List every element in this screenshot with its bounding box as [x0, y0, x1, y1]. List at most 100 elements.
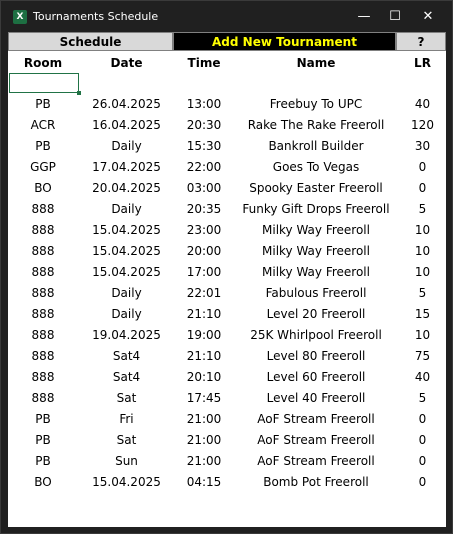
table-row[interactable]: PB 26.04.2025 13:00 Freebuy To UPC 40 [8, 94, 446, 115]
cell-room[interactable]: BO [8, 178, 78, 199]
cell-room[interactable]: 888 [8, 325, 78, 346]
cell-name[interactable]: Level 80 Freeroll [233, 346, 399, 367]
cell-date[interactable]: 17.04.2025 [78, 157, 175, 178]
cell-name[interactable]: AoF Stream Freeroll [233, 430, 399, 451]
minimize-button[interactable]: — [347, 1, 381, 32]
cell-name[interactable]: AoF Stream Freeroll [233, 409, 399, 430]
cell-room[interactable]: GGP [8, 157, 78, 178]
cell-lr[interactable]: 15 [399, 304, 446, 325]
cell-lr[interactable]: 40 [399, 367, 446, 388]
cell-name[interactable]: Goes To Vegas [233, 157, 399, 178]
cell-name[interactable]: Milky Way Freeroll [233, 241, 399, 262]
cell-time[interactable]: 19:00 [175, 325, 233, 346]
cell-name[interactable]: AoF Stream Freeroll [233, 451, 399, 472]
close-button[interactable]: ✕ [411, 1, 445, 32]
cell-time[interactable]: 22:00 [175, 157, 233, 178]
cell-date[interactable]: Fri [78, 409, 175, 430]
table-row[interactable]: PB Sat 21:00 AoF Stream Freeroll 0 [8, 430, 446, 451]
cell-name[interactable]: Rake The Rake Freeroll [233, 115, 399, 136]
selected-cell[interactable] [9, 73, 81, 95]
cell-date[interactable]: Daily [78, 304, 175, 325]
schedule-button[interactable]: Schedule [8, 32, 173, 51]
cell-room[interactable]: PB [8, 136, 78, 157]
cell-lr[interactable]: 0 [399, 157, 446, 178]
cell-room[interactable]: 888 [8, 346, 78, 367]
table-row[interactable]: BO 20.04.2025 03:00 Spooky Easter Freeroll 0 [8, 178, 446, 199]
cell-time[interactable]: 20:30 [175, 115, 233, 136]
cell-date[interactable]: Daily [78, 283, 175, 304]
cell-lr[interactable]: 5 [399, 199, 446, 220]
cell-date[interactable]: Sat4 [78, 367, 175, 388]
cell-date[interactable]: 15.04.2025 [78, 220, 175, 241]
add-new-tournament-button[interactable]: Add New Tournament [173, 32, 396, 51]
cell-date[interactable]: Daily [78, 199, 175, 220]
cell-time[interactable]: 23:00 [175, 220, 233, 241]
cell-time[interactable]: 21:10 [175, 346, 233, 367]
cell-date[interactable]: 19.04.2025 [78, 325, 175, 346]
cell-name[interactable]: Spooky Easter Freeroll [233, 178, 399, 199]
table-row[interactable]: GGP 17.04.2025 22:00 Goes To Vegas 0 [8, 157, 446, 178]
cell-lr[interactable]: 0 [399, 409, 446, 430]
cell-name[interactable]: Bankroll Builder [233, 136, 399, 157]
cell-room[interactable]: 888 [8, 220, 78, 241]
cell-time[interactable]: 22:01 [175, 283, 233, 304]
cell-name[interactable]: Freebuy To UPC [233, 94, 399, 115]
cell-lr[interactable]: 10 [399, 220, 446, 241]
cell-time[interactable]: 21:00 [175, 409, 233, 430]
cell-room[interactable]: 888 [8, 262, 78, 283]
cell-room[interactable]: 888 [8, 304, 78, 325]
cell-time[interactable]: 03:00 [175, 178, 233, 199]
cell-room[interactable]: BO [8, 472, 78, 493]
cell-date[interactable]: Daily [78, 136, 175, 157]
table-row[interactable]: ACR 16.04.2025 20:30 Rake The Rake Freeroll… [8, 115, 446, 136]
cell-lr[interactable]: 10 [399, 241, 446, 262]
cell-name[interactable]: Milky Way Freeroll [233, 220, 399, 241]
cell-name[interactable]: 25K Whirlpool Freeroll [233, 325, 399, 346]
table-row[interactable]: 888 Daily 21:10 Level 20 Freeroll 15 [8, 304, 446, 325]
table-row[interactable]: BO 15.04.2025 04:15 Bomb Pot Freeroll 0 [8, 472, 446, 493]
cell-time[interactable]: 15:30 [175, 136, 233, 157]
cell-lr[interactable]: 0 [399, 178, 446, 199]
table-row[interactable]: 888 Sat 17:45 Level 40 Freeroll 5 [8, 388, 446, 409]
cell-time[interactable]: 04:15 [175, 472, 233, 493]
help-button[interactable]: ? [396, 32, 446, 51]
cell-date[interactable]: Sat [78, 430, 175, 451]
cell-time[interactable]: 17:00 [175, 262, 233, 283]
cell-time[interactable]: 20:10 [175, 367, 233, 388]
cell-lr[interactable]: 10 [399, 262, 446, 283]
cell-time[interactable]: 21:00 [175, 430, 233, 451]
cell-room[interactable]: PB [8, 451, 78, 472]
cell-name[interactable]: Funky Gift Drops Freeroll [233, 199, 399, 220]
cell-name[interactable]: Milky Way Freeroll [233, 262, 399, 283]
table-row[interactable]: 888 Daily 20:35 Funky Gift Drops Freeroll 5 [8, 199, 446, 220]
table-row[interactable]: 888 15.04.2025 23:00 Milky Way Freeroll 10 [8, 220, 446, 241]
table-row[interactable]: 888 Sat4 20:10 Level 60 Freeroll 40 [8, 367, 446, 388]
cell-room[interactable]: PB [8, 409, 78, 430]
cell-lr[interactable]: 10 [399, 325, 446, 346]
cell-room[interactable]: PB [8, 430, 78, 451]
table-row[interactable]: 888 15.04.2025 20:00 Milky Way Freeroll 10 [8, 241, 446, 262]
table-row[interactable]: PB Sun 21:00 AoF Stream Freeroll 0 [8, 451, 446, 472]
cell-lr[interactable]: 0 [399, 430, 446, 451]
cell-room[interactable]: ACR [8, 115, 78, 136]
cell-name[interactable]: Level 40 Freeroll [233, 388, 399, 409]
table-row[interactable]: PB Daily 15:30 Bankroll Builder 30 [8, 136, 446, 157]
title-bar[interactable]: X Tournaments Schedule — ☐ ✕ [1, 1, 452, 32]
cell-time[interactable]: 21:00 [175, 451, 233, 472]
cell-name[interactable]: Fabulous Freeroll [233, 283, 399, 304]
cell-lr[interactable]: 5 [399, 283, 446, 304]
cell-time[interactable]: 17:45 [175, 388, 233, 409]
cell-lr[interactable]: 75 [399, 346, 446, 367]
cell-date[interactable]: 15.04.2025 [78, 262, 175, 283]
cell-date[interactable]: Sun [78, 451, 175, 472]
cell-lr[interactable]: 5 [399, 388, 446, 409]
cell-room[interactable]: 888 [8, 241, 78, 262]
cell-room[interactable]: 888 [8, 199, 78, 220]
cell-name[interactable]: Level 60 Freeroll [233, 367, 399, 388]
cell-date[interactable]: 26.04.2025 [78, 94, 175, 115]
cell-name[interactable]: Level 20 Freeroll [233, 304, 399, 325]
cell-lr[interactable]: 0 [399, 472, 446, 493]
cell-lr[interactable]: 30 [399, 136, 446, 157]
cell-time[interactable]: 21:10 [175, 304, 233, 325]
table-row[interactable]: 888 Sat4 21:10 Level 80 Freeroll 75 [8, 346, 446, 367]
